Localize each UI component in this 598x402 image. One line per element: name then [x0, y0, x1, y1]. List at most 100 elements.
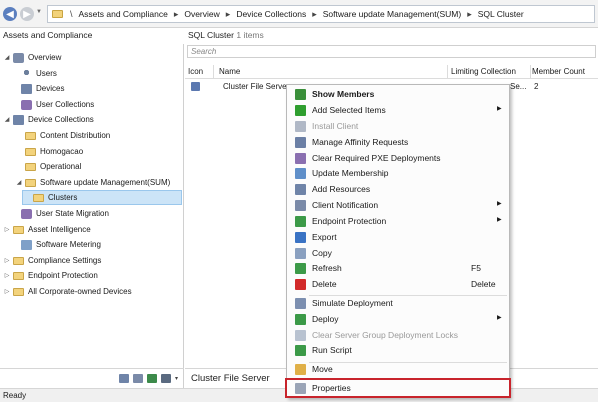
breadcrumb-item[interactable]: Assets and Compliance [79, 9, 168, 19]
collection-icon [191, 82, 200, 91]
menu-item-update-membership[interactable]: Update Membership [289, 166, 508, 181]
context-menu: Show Members Add Selected Items ▶ Instal… [285, 84, 511, 398]
menu-item-deploy[interactable]: Deploy ▶ [289, 312, 508, 327]
tree-item-label: Endpoint Protection [28, 271, 98, 280]
expand-arrow-icon[interactable]: ◢ [3, 54, 11, 61]
tree-item-all-corporate-owned-devices[interactable]: ▷ All Corporate-owned Devices [3, 284, 132, 299]
administration-workspace-icon[interactable] [160, 374, 171, 383]
assets-workspace-icon[interactable] [118, 374, 129, 383]
tree-item-homogacao[interactable]: Homogacao [15, 144, 83, 159]
menu-item-add-resources[interactable]: Add Resources [289, 182, 508, 197]
client-notification-icon [295, 200, 306, 211]
breadcrumb-item[interactable]: Software update Management(SUM) [323, 9, 461, 19]
column-header-limiting-collection[interactable]: Limiting Collection [451, 67, 516, 76]
column-divider[interactable] [213, 65, 214, 79]
tree-item-software-update-management[interactable]: ◢ Software update Management(SUM) [15, 175, 171, 190]
library-workspace-icon[interactable] [132, 374, 143, 383]
menu-item-show-members[interactable]: Show Members [289, 87, 508, 102]
menu-item-manage-affinity-requests[interactable]: Manage Affinity Requests [289, 135, 508, 150]
menu-item-simulate-deployment[interactable]: Simulate Deployment [289, 296, 508, 311]
workspace-switcher: ▾ [0, 368, 184, 388]
menu-item-label: Client Notification [312, 200, 379, 210]
tree-item-asset-intelligence[interactable]: ▷ Asset Intelligence [3, 222, 91, 237]
submenu-arrow-icon: ▶ [497, 201, 502, 207]
add-icon [295, 105, 306, 116]
tree-item-software-metering[interactable]: Software Metering [11, 237, 101, 252]
menu-item-export[interactable]: Export [289, 230, 508, 245]
row-member-count: 2 [534, 82, 539, 91]
tree-item-user-state-migration[interactable]: User State Migration [11, 206, 109, 221]
move-icon [295, 364, 306, 375]
forward-arrow-icon[interactable]: ▶ [20, 7, 34, 21]
menu-item-refresh[interactable]: Refresh F5 [289, 261, 508, 276]
collapse-arrow-icon[interactable]: ▷ [3, 272, 11, 279]
install-client-icon [295, 121, 306, 132]
chevron-down-icon[interactable]: ▾ [175, 375, 178, 382]
tree-item-endpoint-protection[interactable]: ▷ Endpoint Protection [3, 268, 98, 283]
column-header-icon[interactable]: Icon [188, 67, 203, 76]
tree-item-label: All Corporate-owned Devices [28, 287, 132, 296]
menu-item-label: Deploy [312, 314, 339, 324]
tree-item-content-distribution[interactable]: Content Distribution [15, 128, 110, 143]
software-metering-icon [21, 239, 32, 250]
tree-item-device-collections[interactable]: ◢ Device Collections [3, 112, 94, 127]
menu-item-add-selected-items[interactable]: Add Selected Items ▶ [289, 103, 508, 118]
menu-item-label: Update Membership [312, 168, 389, 178]
menu-item-copy[interactable]: Copy [289, 246, 508, 261]
menu-item-move[interactable]: Move [289, 362, 508, 377]
back-arrow-icon[interactable]: ◀ [3, 7, 17, 21]
show-members-icon [295, 89, 306, 100]
folder-icon [25, 162, 36, 171]
tree-item-compliance-settings[interactable]: ▷ Compliance Settings [3, 253, 102, 268]
tree-item-user-collections[interactable]: User Collections [11, 97, 94, 112]
menu-item-clear-server-group-deployment-locks[interactable]: Clear Server Group Deployment Locks [289, 328, 508, 343]
properties-highlight-box [285, 378, 511, 398]
tree-item-label: Homogacao [40, 147, 84, 156]
folder-icon [13, 225, 24, 234]
monitoring-workspace-icon[interactable] [146, 374, 157, 383]
breadcrumb-item[interactable]: SQL Cluster [478, 9, 524, 19]
row-name: Cluster File Server [223, 82, 290, 91]
submenu-arrow-icon: ▶ [497, 106, 502, 112]
tree-item-devices[interactable]: Devices [11, 81, 64, 96]
menu-item-clear-required-pxe-deployments[interactable]: Clear Required PXE Deployments [289, 151, 508, 166]
menu-item-delete[interactable]: Delete Delete [289, 277, 508, 292]
details-title: Cluster File Server [191, 373, 270, 384]
column-divider[interactable] [530, 65, 531, 79]
tree-item-overview[interactable]: ◢ Overview [3, 50, 61, 65]
menu-item-label: Endpoint Protection [312, 216, 387, 226]
menu-item-label: Show Members [312, 89, 375, 99]
column-header-member-count[interactable]: Member Count [532, 67, 585, 76]
delete-icon [295, 279, 306, 290]
breadcrumb[interactable]: \ Assets and Compliance ▸ Overview ▸ Dev… [47, 5, 595, 23]
tree-item-label: Software Metering [36, 240, 101, 249]
menu-item-endpoint-protection[interactable]: Endpoint Protection ▶ [289, 214, 508, 229]
tree-item-operational[interactable]: Operational [15, 159, 81, 174]
item-count: 1 items [236, 30, 264, 40]
collapse-arrow-icon[interactable]: ▷ [3, 257, 11, 264]
row-limiting-collection: Se... [510, 82, 527, 91]
history-dropdown-icon[interactable]: ▼ [36, 9, 42, 15]
folder-icon [33, 193, 44, 202]
search-input[interactable]: Search [187, 45, 596, 58]
collapse-arrow-icon[interactable]: ▷ [3, 288, 11, 295]
menu-item-install-client[interactable]: Install Client [289, 119, 508, 134]
tree-item-label: Asset Intelligence [28, 225, 91, 234]
expand-arrow-icon[interactable]: ◢ [15, 179, 23, 186]
column-header-name[interactable]: Name [219, 67, 240, 76]
submenu-arrow-icon: ▶ [497, 217, 502, 223]
tree-item-label: Users [36, 69, 57, 78]
collapse-arrow-icon[interactable]: ▷ [3, 226, 11, 233]
breadcrumb-item[interactable]: Device Collections [236, 9, 306, 19]
tree-item-users[interactable]: Users [11, 66, 57, 81]
folder-icon [13, 287, 24, 296]
menu-item-client-notification[interactable]: Client Notification ▶ [289, 198, 508, 213]
tree-item-label: Clusters [48, 193, 78, 202]
column-divider[interactable] [447, 65, 448, 79]
expand-arrow-icon[interactable]: ◢ [3, 116, 11, 123]
tree-item-label: Compliance Settings [28, 256, 102, 265]
menu-item-run-script[interactable]: Run Script [289, 343, 508, 358]
menu-item-label: Simulate Deployment [312, 298, 393, 308]
breadcrumb-item[interactable]: Overview [184, 9, 219, 19]
tree-item-clusters[interactable]: Clusters [22, 190, 182, 205]
